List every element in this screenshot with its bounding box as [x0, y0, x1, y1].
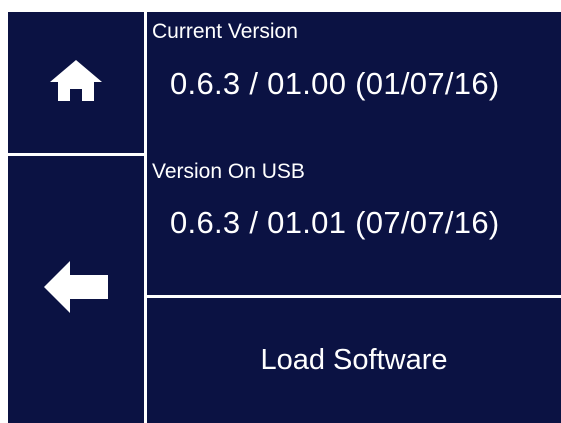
home-button[interactable] [8, 12, 144, 153]
load-software-button[interactable]: Load Software [147, 298, 561, 423]
current-version-label: Current Version [152, 20, 298, 43]
back-button[interactable] [8, 156, 144, 423]
usb-version-label: Version On USB [152, 160, 305, 183]
current-version-value: 0.6.3 / 01.00 (01/07/16) [170, 66, 500, 101]
usb-version-value: 0.6.3 / 01.01 (07/07/16) [170, 205, 500, 240]
back-arrow-icon [44, 261, 108, 318]
home-icon [48, 58, 104, 107]
software-update-screen: Current Version 0.6.3 / 01.00 (01/07/16)… [8, 12, 561, 423]
load-software-label: Load Software [260, 344, 448, 376]
